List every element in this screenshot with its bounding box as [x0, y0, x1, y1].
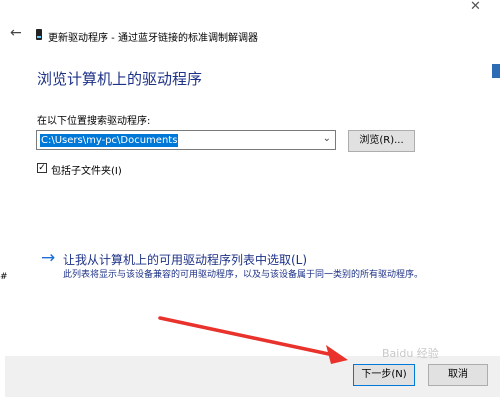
- next-button[interactable]: 下一步(N): [353, 364, 415, 386]
- chevron-down-icon[interactable]: ⌄: [323, 133, 331, 144]
- window-title: 更新驱动程序 - 通过蓝牙链接的标准调制解调器: [48, 33, 258, 44]
- arrow-right-icon[interactable]: →: [41, 250, 55, 267]
- left-edge-fragment: #: [0, 272, 8, 282]
- include-subfolders-checkbox[interactable]: ✓: [37, 163, 47, 173]
- search-location-label: 在以下位置搜索驱动程序:: [37, 116, 151, 127]
- pick-from-list-link[interactable]: 让我从计算机上的可用驱动程序列表中选取(L): [63, 251, 307, 268]
- watermark-logo: Baidu 经验: [382, 347, 439, 360]
- right-edge-fragment: [492, 64, 500, 78]
- back-arrow-icon[interactable]: ←: [10, 26, 22, 40]
- page-heading: 浏览计算机上的驱动程序: [37, 70, 203, 88]
- path-input-value[interactable]: C:\Users\my-pc\Documents: [40, 134, 179, 147]
- include-subfolders-label[interactable]: 包括子文件夹(I): [51, 162, 122, 177]
- cancel-button[interactable]: 取消: [428, 364, 488, 386]
- close-icon[interactable]: ✕: [470, 0, 481, 13]
- annotation-arrow-icon: [158, 316, 348, 364]
- device-icon: [36, 29, 42, 40]
- footer-bar: [5, 356, 500, 397]
- path-combobox[interactable]: C:\Users\my-pc\Documents ⌄: [36, 130, 336, 150]
- pick-from-list-description: 此列表将显示与该设备兼容的可用驱动程序，以及与该设备属于同一类别的所有驱动程序。: [63, 270, 424, 280]
- browse-button[interactable]: 浏览(R)...: [348, 130, 415, 152]
